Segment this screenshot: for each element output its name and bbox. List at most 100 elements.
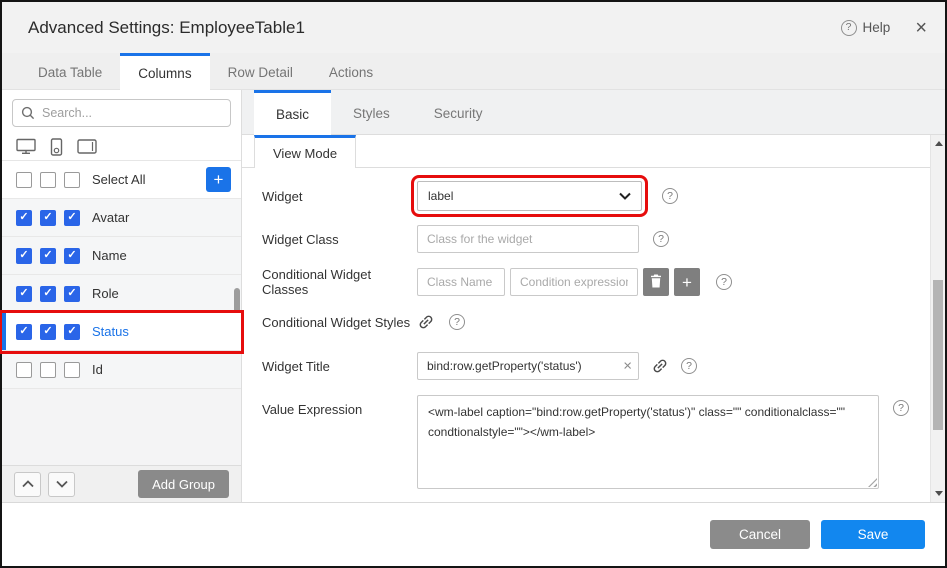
status-tablet-checkbox[interactable] [64,324,80,340]
help-icon: ? [841,20,857,36]
help-icon[interactable]: ? [716,274,732,290]
scroll-up-arrow[interactable] [931,136,946,151]
search-input[interactable] [42,106,222,120]
tab-security[interactable]: Security [412,90,505,134]
conditional-widget-classes-label: Conditional Widget Classes [262,267,417,297]
widget-class-row: Widget Class ? [262,225,915,253]
role-tablet-checkbox[interactable] [64,286,80,302]
delete-condition-button[interactable] [643,268,669,296]
column-row-id[interactable]: Id [2,351,241,389]
trash-icon [650,274,662,291]
move-down-button[interactable] [48,472,75,497]
widget-label: Widget [262,189,417,204]
widget-class-input[interactable] [417,225,639,253]
conditional-widget-styles-row: Conditional Widget Styles ? [262,313,915,331]
save-button[interactable]: Save [821,520,925,549]
widget-title-label: Widget Title [262,359,417,374]
clear-icon[interactable]: × [623,359,632,374]
tab-view-mode[interactable]: View Mode [254,135,356,168]
tab-row-detail[interactable]: Row Detail [210,53,311,89]
device-view-icons [2,133,241,161]
column-label: Name [92,248,127,263]
cancel-button[interactable]: Cancel [710,520,810,549]
select-all-desktop-checkbox[interactable] [16,172,32,188]
widget-select[interactable]: label [417,181,642,211]
add-column-button[interactable]: + [206,167,231,192]
bind-link-icon[interactable] [413,309,438,334]
column-label: Id [92,362,103,377]
class-name-input[interactable] [417,268,505,296]
tab-data-table[interactable]: Data Table [20,53,120,89]
subtab-bar: View Mode [242,135,930,168]
id-mobile-checkbox[interactable] [40,362,56,378]
chevron-down-icon [619,187,631,205]
dialog-title: Advanced Settings: EmployeeTable1 [28,18,841,38]
add-group-button[interactable]: Add Group [138,470,229,498]
avatar-desktop-checkbox[interactable] [16,210,32,226]
status-desktop-checkbox[interactable] [16,324,32,340]
basic-settings-form: Widget label ? Widget Class [242,168,945,502]
conditional-widget-styles-label: Conditional Widget Styles [262,315,417,330]
avatar-tablet-checkbox[interactable] [64,210,80,226]
search-box[interactable] [12,99,231,127]
sidebar-empty-area [2,389,241,465]
tab-columns[interactable]: Columns [120,53,209,90]
columns-sidebar: Select All + Avatar Name Role [2,90,242,502]
help-label: Help [863,20,891,35]
widget-select-value: label [428,189,619,203]
bind-link-icon[interactable] [647,353,672,378]
status-mobile-checkbox[interactable] [40,324,56,340]
help-icon[interactable]: ? [653,231,669,247]
close-icon[interactable]: × [915,18,927,38]
conditional-widget-classes-row: Conditional Widget Classes + ? [262,267,915,297]
dialog-header: Advanced Settings: EmployeeTable1 ? Help… [2,2,945,53]
help-icon[interactable]: ? [662,188,678,204]
column-row-role[interactable]: Role [2,275,241,313]
settings-tab-bar: Basic Styles Security [242,90,945,135]
main-tab-bar: Data Table Columns Row Detail Actions [2,53,945,90]
value-expression-label: Value Expression [262,395,417,417]
widget-title-input[interactable] [417,352,639,380]
panel-scrollbar[interactable] [930,135,945,502]
id-tablet-checkbox[interactable] [64,362,80,378]
column-row-status[interactable]: Status [2,313,241,351]
role-mobile-checkbox[interactable] [40,286,56,302]
column-row-avatar[interactable]: Avatar [2,199,241,237]
condition-expression-input[interactable] [510,268,638,296]
move-up-button[interactable] [14,472,41,497]
search-icon [21,106,35,120]
widget-class-label: Widget Class [262,232,417,247]
column-label: Status [92,324,129,339]
select-all-tablet-checkbox[interactable] [64,172,80,188]
value-expression-row: Value Expression <wm-label caption="bind… [262,395,915,489]
select-all-mobile-checkbox[interactable] [40,172,56,188]
name-tablet-checkbox[interactable] [64,248,80,264]
sidebar-bottom-bar: Add Group [2,465,241,502]
scroll-down-arrow[interactable] [931,486,946,501]
tab-styles[interactable]: Styles [331,90,412,134]
name-desktop-checkbox[interactable] [16,248,32,264]
panel-scrollbar-thumb[interactable] [933,280,943,430]
dialog-footer: Cancel Save [2,502,945,566]
add-condition-button[interactable]: + [674,268,700,296]
value-expression-textarea[interactable]: <wm-label caption="bind:row.getProperty(… [417,395,879,489]
widget-row: Widget label ? [262,181,915,211]
help-icon[interactable]: ? [449,314,465,330]
help-icon[interactable]: ? [681,358,697,374]
mobile-icon[interactable] [49,138,64,156]
column-settings-panel: Basic Styles Security View Mode Widget l… [242,90,945,502]
help-icon[interactable]: ? [893,400,909,416]
tab-actions[interactable]: Actions [311,53,391,89]
role-desktop-checkbox[interactable] [16,286,32,302]
id-desktop-checkbox[interactable] [16,362,32,378]
tab-basic[interactable]: Basic [254,90,331,135]
desktop-icon[interactable] [16,138,36,155]
column-row-name[interactable]: Name [2,237,241,275]
name-mobile-checkbox[interactable] [40,248,56,264]
column-label: Avatar [92,210,129,225]
advanced-settings-dialog: Advanced Settings: EmployeeTable1 ? Help… [0,0,947,568]
select-all-label: Select All [92,172,145,187]
avatar-mobile-checkbox[interactable] [40,210,56,226]
help-button[interactable]: ? Help [841,20,891,36]
tablet-icon[interactable] [77,139,97,154]
